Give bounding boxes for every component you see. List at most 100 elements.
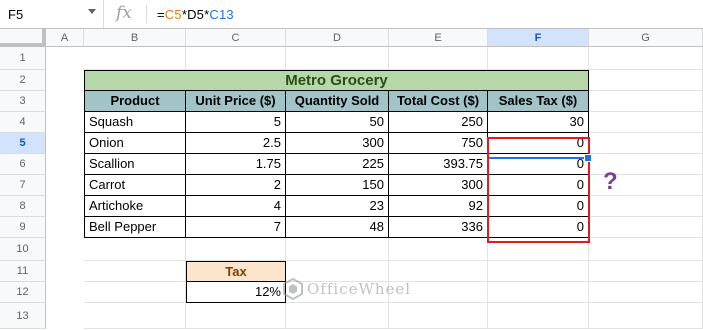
empty-cell[interactable]: [589, 261, 703, 282]
product-cell[interactable]: Scallion: [84, 154, 186, 175]
empty-cell[interactable]: [286, 238, 389, 261]
row-header-3[interactable]: 3: [0, 91, 46, 112]
value-cell[interactable]: 0: [488, 175, 589, 196]
row-header-1[interactable]: 1: [0, 47, 46, 70]
column-header-cell[interactable]: Sales Tax ($): [488, 91, 589, 112]
value-cell[interactable]: 92: [389, 196, 488, 217]
row-header-7[interactable]: 7: [0, 175, 46, 196]
value-cell[interactable]: 50: [286, 112, 389, 133]
value-cell[interactable]: 393.75: [389, 154, 488, 175]
row-header-8[interactable]: 8: [0, 196, 46, 217]
product-cell[interactable]: Onion: [84, 133, 186, 154]
empty-cell[interactable]: [286, 47, 389, 70]
product-cell[interactable]: Carrot: [84, 175, 186, 196]
formula-bar: F5 fx =C5*D5*C13: [0, 0, 703, 29]
column-header-cell[interactable]: Total Cost ($): [389, 91, 488, 112]
empty-cell[interactable]: [488, 282, 589, 303]
row-header-13[interactable]: 13: [0, 303, 46, 329]
empty-cell[interactable]: [286, 303, 389, 329]
empty-cell[interactable]: [589, 303, 703, 329]
empty-cell[interactable]: [186, 47, 286, 70]
empty-cell[interactable]: [389, 238, 488, 261]
value-cell[interactable]: 0: [488, 196, 589, 217]
value-cell[interactable]: 0: [488, 133, 589, 154]
empty-cell[interactable]: [84, 238, 186, 261]
value-cell[interactable]: 2: [186, 175, 286, 196]
row-header-11[interactable]: 11: [0, 261, 46, 282]
value-cell[interactable]: 2.5: [186, 133, 286, 154]
formula-separator: [146, 5, 147, 23]
empty-cell[interactable]: [488, 303, 589, 329]
name-box[interactable]: F5: [0, 0, 104, 28]
formula-ref-d5: D5: [187, 7, 205, 22]
product-cell[interactable]: Artichoke: [84, 196, 186, 217]
value-cell[interactable]: 1.75: [186, 154, 286, 175]
formula-input[interactable]: =C5*D5*C13: [157, 7, 234, 22]
empty-cell[interactable]: [389, 47, 488, 70]
table-title[interactable]: Metro Grocery: [84, 70, 589, 91]
empty-cell[interactable]: [186, 238, 286, 261]
row-header-4[interactable]: 4: [0, 112, 46, 133]
row-header-5[interactable]: 5: [0, 133, 46, 154]
empty-cell[interactable]: [589, 47, 703, 70]
value-cell[interactable]: 48: [286, 217, 389, 238]
value-cell[interactable]: 23: [286, 196, 389, 217]
select-all-corner[interactable]: [0, 29, 46, 47]
empty-cell[interactable]: [488, 261, 589, 282]
row-header-10[interactable]: 10: [0, 238, 46, 261]
product-cell[interactable]: Bell Pepper: [84, 217, 186, 238]
row-header-2[interactable]: 2: [0, 70, 46, 91]
empty-cell[interactable]: [389, 303, 488, 329]
value-cell[interactable]: 250: [389, 112, 488, 133]
empty-cell[interactable]: [589, 112, 703, 133]
empty-cell[interactable]: [84, 282, 186, 303]
column-header-cell[interactable]: Unit Price ($): [186, 91, 286, 112]
formula-equals: =: [157, 7, 165, 22]
row-header-12[interactable]: 12: [0, 282, 46, 303]
empty-cell[interactable]: [589, 238, 703, 261]
column-header-e[interactable]: E: [389, 29, 488, 47]
empty-cell[interactable]: [589, 133, 703, 154]
fx-icon: fx: [116, 3, 132, 23]
empty-cell[interactable]: [84, 47, 186, 70]
column-header-g[interactable]: G: [589, 29, 703, 47]
empty-cell[interactable]: [589, 70, 703, 91]
value-cell[interactable]: 0: [488, 217, 589, 238]
value-cell[interactable]: 300: [286, 133, 389, 154]
empty-cell[interactable]: [488, 47, 589, 70]
empty-cell[interactable]: [589, 196, 703, 217]
empty-cell[interactable]: [84, 261, 186, 282]
row-header-6[interactable]: 6: [0, 154, 46, 175]
value-cell[interactable]: 300: [389, 175, 488, 196]
empty-cell[interactable]: [589, 217, 703, 238]
column-header-cell[interactable]: Quantity Sold: [286, 91, 389, 112]
empty-cell[interactable]: [589, 282, 703, 303]
column-header-cell[interactable]: Product: [84, 91, 186, 112]
watermark-logo-icon: [283, 278, 303, 300]
column-header-a[interactable]: A: [46, 29, 84, 47]
column-header-d[interactable]: D: [286, 29, 389, 47]
empty-cell[interactable]: [186, 303, 286, 329]
value-cell[interactable]: 150: [286, 175, 389, 196]
empty-cell[interactable]: [488, 238, 589, 261]
formula-ref-c13: C13: [209, 7, 234, 22]
column-header-f[interactable]: F: [488, 29, 589, 47]
value-cell[interactable]: 750: [389, 133, 488, 154]
tax-label-cell[interactable]: Tax: [186, 261, 286, 282]
question-mark-annotation: ?: [603, 168, 618, 195]
value-cell[interactable]: 225: [286, 154, 389, 175]
value-cell[interactable]: 30: [488, 112, 589, 133]
value-cell[interactable]: 4: [186, 196, 286, 217]
tax-value-cell[interactable]: 12%: [186, 282, 286, 303]
value-cell[interactable]: 336: [389, 217, 488, 238]
product-cell[interactable]: Squash: [84, 112, 186, 133]
fill-handle[interactable]: [584, 154, 592, 162]
column-header-c[interactable]: C: [186, 29, 286, 47]
empty-cell[interactable]: [84, 303, 186, 329]
value-cell[interactable]: 7: [186, 217, 286, 238]
value-cell[interactable]: 5: [186, 112, 286, 133]
empty-cell[interactable]: [589, 91, 703, 112]
row-header-9[interactable]: 9: [0, 217, 46, 238]
column-header-b[interactable]: B: [84, 29, 186, 47]
chevron-down-icon[interactable]: [88, 9, 96, 14]
